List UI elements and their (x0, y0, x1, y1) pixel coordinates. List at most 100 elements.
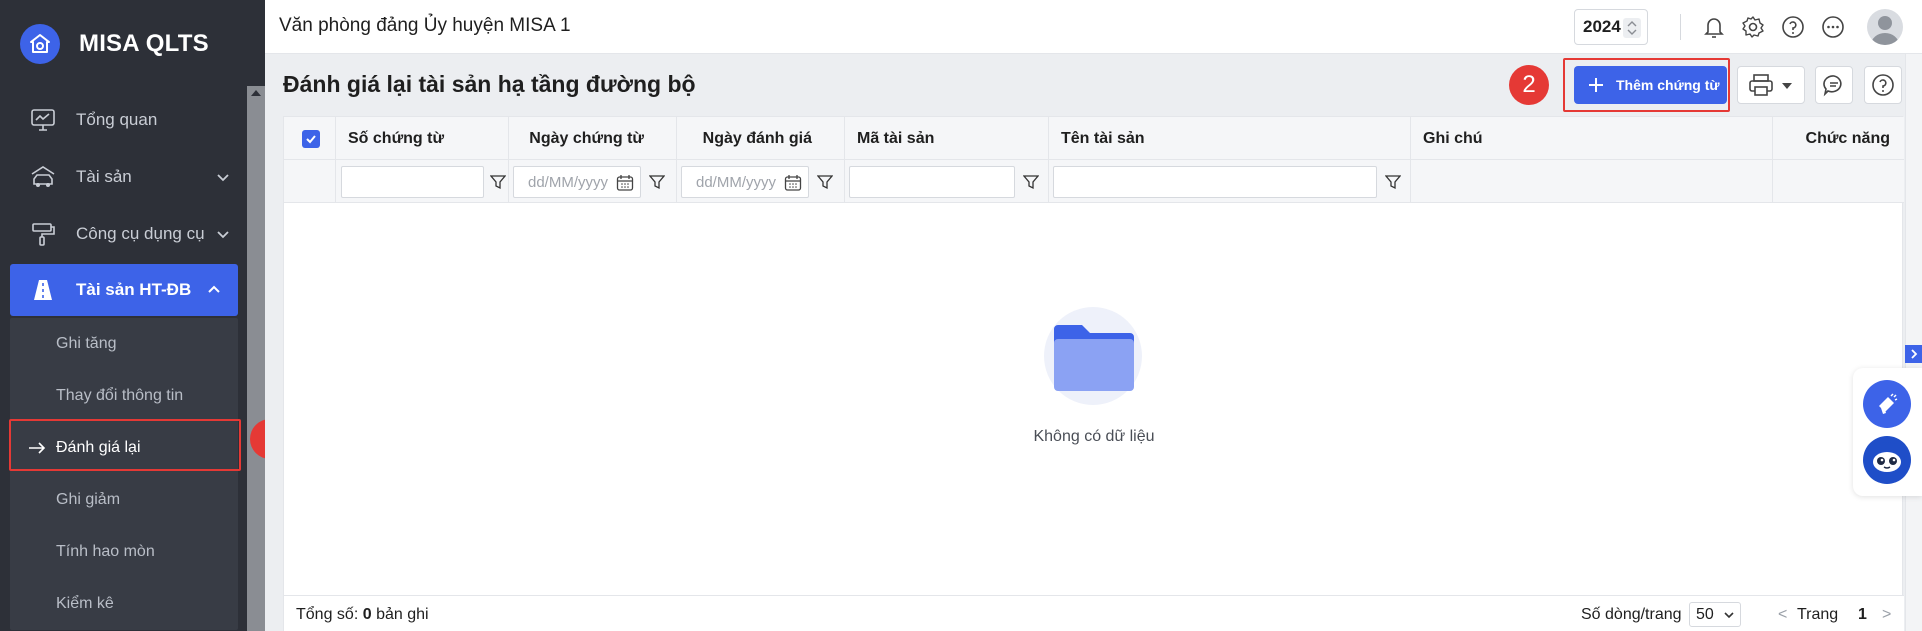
submenu-item-inventory[interactable]: Kiểm kê (10, 578, 238, 630)
chevron-down-icon (217, 173, 229, 181)
brand[interactable]: MISA QLTS (0, 0, 265, 88)
announcement-button[interactable] (1863, 380, 1911, 428)
table-header: Số chứng từ Ngày chứng từ Ngày đánh giá … (284, 117, 1904, 160)
home-logo-icon (20, 24, 60, 64)
submenu-item-decrease[interactable]: Ghi giảm (10, 474, 238, 526)
year-stepper[interactable]: 2024 (1574, 9, 1648, 45)
help-icon (1872, 74, 1894, 96)
page-help-button[interactable] (1864, 66, 1902, 104)
filter-cell: dd/MM/yyyy (677, 160, 845, 203)
comment-icon (1823, 75, 1842, 97)
column-asset-name[interactable]: Tên tài sản (1049, 117, 1411, 160)
submenu-item-label: Kiểm kê (56, 595, 114, 612)
brand-name: MISA QLTS (79, 30, 209, 57)
sidebar-item-assets[interactable]: Tài sản (0, 148, 247, 205)
filter-cell (336, 160, 509, 203)
gear-icon[interactable] (1738, 12, 1768, 42)
asset-code-filter-input[interactable] (849, 166, 1015, 198)
sidebar-scrollbar[interactable] (247, 86, 265, 631)
submenu-item-change-info[interactable]: Thay đổi thông tin (10, 370, 238, 422)
next-page-button[interactable]: > (1882, 606, 1891, 624)
empty-state-text: Không có dữ liệu (1033, 428, 1155, 445)
page-number[interactable]: 1 (1858, 606, 1867, 624)
column-voucher-date[interactable]: Ngày chứng từ (509, 117, 677, 160)
select-all-cell (284, 117, 336, 160)
sidebar-item-overview[interactable]: Tổng quan (0, 91, 247, 148)
rows-per-page-select[interactable]: 50 (1689, 602, 1741, 627)
prev-page-button[interactable]: < (1778, 606, 1787, 624)
filter-icon[interactable] (484, 166, 512, 198)
revaluation-date-filter-input[interactable]: dd/MM/yyyy (681, 166, 809, 198)
submenu-item-depreciation[interactable]: Tính hao mòn (10, 526, 238, 578)
dashboard-icon (28, 105, 58, 135)
add-voucher-button[interactable]: Thêm chứng từ (1574, 66, 1727, 104)
user-avatar[interactable] (1867, 9, 1903, 45)
help-icon[interactable] (1778, 12, 1808, 42)
submenu-item-increase[interactable]: Ghi tăng (10, 318, 238, 370)
submenu-item-revaluation[interactable]: Đánh giá lại (10, 422, 238, 474)
megaphone-icon (1879, 393, 1898, 414)
expand-panel-button[interactable] (1905, 345, 1922, 363)
page-label: Trang (1797, 606, 1839, 623)
sidebar-item-label: Tài sản (76, 166, 132, 186)
floating-widgets (1853, 368, 1922, 496)
print-button[interactable] (1737, 66, 1805, 104)
right-rail (1905, 54, 1922, 631)
filter-icon[interactable] (1017, 166, 1045, 198)
caret-down-icon (1782, 83, 1792, 89)
sidebar-item-label: Tổng quan (76, 109, 158, 129)
chevron-down-icon (1724, 612, 1734, 619)
header-divider (1680, 14, 1681, 40)
arrow-right-icon (29, 442, 46, 454)
chevron-up-icon (208, 285, 220, 293)
filter-icon[interactable] (643, 166, 671, 198)
filter-cell (1773, 160, 1904, 203)
road-icon (28, 275, 58, 305)
submenu-item-label: Ghi tăng (56, 335, 117, 352)
sidebar-item-label: Công cụ dụng cụ (76, 223, 205, 243)
printer-icon (1749, 74, 1773, 96)
filter-cell (845, 160, 1049, 203)
year-value: 2024 (1583, 17, 1621, 36)
column-asset-code[interactable]: Mã tài sản (845, 117, 1049, 160)
filter-icon[interactable] (1379, 166, 1407, 198)
bell-icon[interactable] (1699, 12, 1729, 42)
submenu-item-label: Ghi giảm (56, 491, 121, 508)
column-revaluation-date[interactable]: Ngày đánh giá (677, 117, 845, 160)
chevron-right-icon (1910, 349, 1917, 359)
column-voucher-no[interactable]: Số chứng từ (336, 117, 509, 160)
voucher-date-filter-input[interactable]: dd/MM/yyyy (513, 166, 641, 198)
calendar-icon[interactable] (616, 174, 634, 192)
robot-icon (1869, 442, 1905, 478)
step-badge-2: 2 (1509, 65, 1549, 105)
assistant-button[interactable] (1863, 436, 1911, 484)
chevron-down-icon (217, 230, 229, 238)
top-header: Văn phòng đảng Ủy huyện MISA 1 2024 (265, 0, 1922, 54)
filter-cell (1049, 160, 1411, 203)
voucher-no-filter-input[interactable] (341, 166, 484, 198)
page-title: Đánh giá lại tài sản hạ tầng đường bộ (283, 71, 696, 97)
asset-name-filter-input[interactable] (1053, 166, 1377, 198)
filter-icon[interactable] (811, 166, 839, 198)
comment-button[interactable] (1815, 66, 1853, 104)
rows-per-page-label: Số dòng/trang (1581, 606, 1682, 623)
plus-icon (1589, 78, 1603, 92)
filter-row: dd/MM/yyyy dd/MM/yyyy (284, 160, 1904, 203)
select-all-checkbox[interactable] (302, 130, 320, 148)
calendar-icon[interactable] (784, 174, 802, 192)
submenu-road-assets: Ghi tăng Thay đổi thông tin Đánh giá lại… (10, 318, 238, 630)
more-icon[interactable] (1818, 12, 1848, 42)
filter-cell: dd/MM/yyyy (509, 160, 677, 203)
scroll-up-icon[interactable] (251, 90, 261, 96)
column-actions[interactable]: Chức năng (1773, 117, 1904, 160)
sidebar-item-road-assets[interactable]: Tài sản HT-ĐB (10, 264, 238, 316)
total-records: Tổng số: 0 bản ghi (296, 606, 429, 623)
sidebar-item-tools[interactable]: Công cụ dụng cụ (0, 205, 247, 262)
add-voucher-label: Thêm chứng từ (1616, 77, 1720, 93)
column-note[interactable]: Ghi chú (1411, 117, 1773, 160)
org-name[interactable]: Văn phòng đảng Ủy huyện MISA 1 (279, 15, 571, 37)
filter-cell (1411, 160, 1773, 203)
spin-icon[interactable] (1623, 18, 1641, 38)
folder-icon (1054, 325, 1134, 391)
user-icon (1871, 16, 1899, 45)
